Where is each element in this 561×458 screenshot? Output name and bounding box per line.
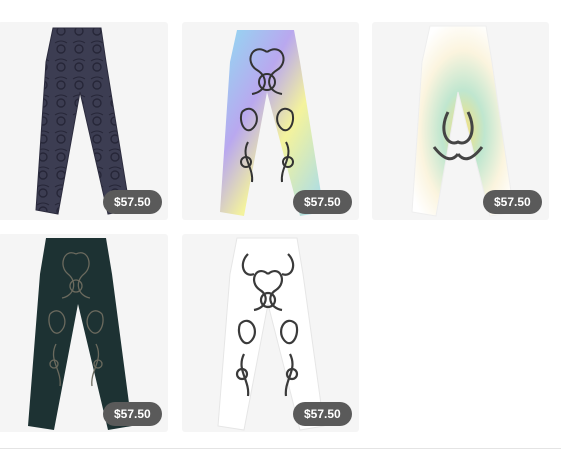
price-badge: $57.50 xyxy=(103,402,162,426)
price-badge: $57.50 xyxy=(483,190,542,214)
divider xyxy=(0,448,561,449)
product-card[interactable]: $57.50 xyxy=(0,22,168,220)
price-badge: $57.50 xyxy=(293,190,352,214)
product-card[interactable]: $57.50 xyxy=(182,234,359,432)
product-card[interactable]: $57.50 xyxy=(372,22,549,220)
product-card[interactable]: $57.50 xyxy=(0,234,168,432)
price-badge: $57.50 xyxy=(293,402,352,426)
price-badge: $57.50 xyxy=(103,190,162,214)
product-card[interactable]: $57.50 xyxy=(182,22,359,220)
